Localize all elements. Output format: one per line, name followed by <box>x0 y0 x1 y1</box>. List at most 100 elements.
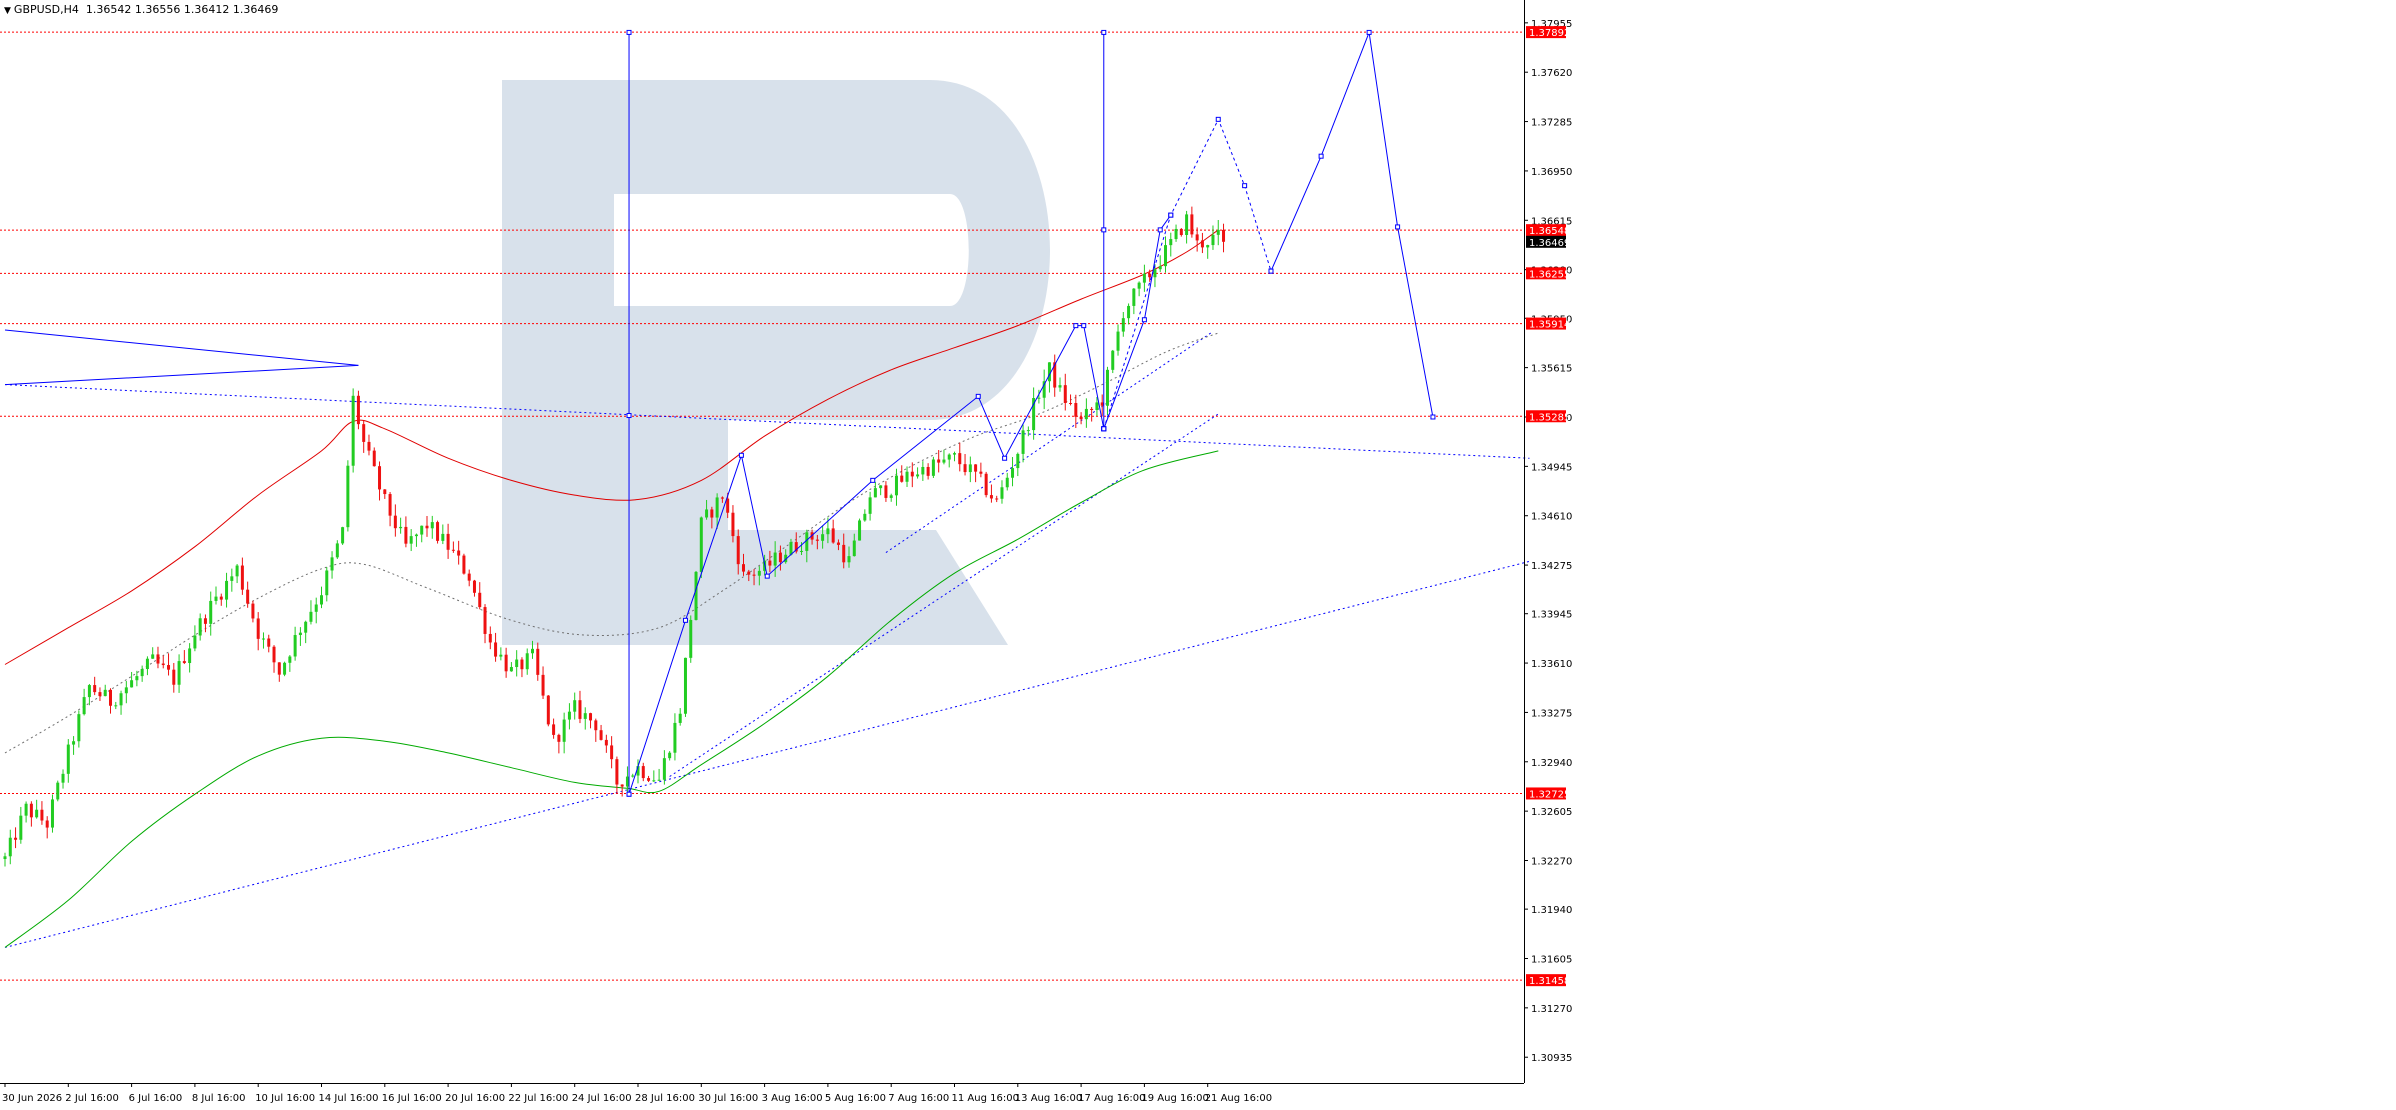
bull-candle <box>341 527 345 544</box>
time-tick-label: 2 Jul 16:00 <box>65 1093 119 1104</box>
bear-candle <box>1200 240 1204 248</box>
bull-candle <box>1037 397 1041 399</box>
bear-candle <box>40 809 44 821</box>
bear-candle <box>815 539 819 541</box>
price-tick-label: 1.31270 <box>1531 1004 1572 1015</box>
bull-candle <box>19 815 23 840</box>
bull-candle <box>678 713 682 723</box>
bull-candle <box>72 741 76 745</box>
bear-candle <box>378 466 382 490</box>
wave-point <box>1242 183 1248 189</box>
bear-candle <box>472 580 476 593</box>
bull-candle <box>188 648 192 664</box>
bear-candle <box>203 618 207 624</box>
bull-candle <box>631 775 635 777</box>
bull-candle <box>145 658 149 670</box>
bear-candle <box>974 464 978 472</box>
bull-candle <box>1153 269 1157 278</box>
bull-candle <box>683 657 687 714</box>
price-tick-label: 1.32940 <box>1531 758 1572 769</box>
bull-candle <box>1116 331 1120 351</box>
bear-candle <box>256 618 260 639</box>
bull-candle <box>1058 385 1062 388</box>
bull-candle <box>1084 408 1088 420</box>
bull-candle <box>562 719 566 742</box>
time-tick-label: 10 Jul 16:00 <box>255 1093 315 1104</box>
bull-candle <box>1095 402 1099 410</box>
bear-candle <box>900 475 904 482</box>
bear-candle <box>742 564 745 572</box>
bull-candle <box>873 488 877 498</box>
bear-candle <box>1069 403 1073 405</box>
price-chart[interactable]: 1.379551.376201.372851.369501.366151.362… <box>0 0 2396 1110</box>
bull-candle <box>821 534 825 541</box>
bear-candle <box>937 459 941 463</box>
bull-candle <box>953 453 956 455</box>
time-tick-label: 28 Jul 16:00 <box>635 1093 695 1104</box>
bull-candle <box>235 565 239 577</box>
bull-candle <box>657 779 661 781</box>
bull-candle <box>931 459 935 476</box>
wave-point <box>626 791 632 797</box>
bear-candle <box>462 555 466 574</box>
bear-candle <box>747 571 751 575</box>
bull-candle <box>304 621 308 633</box>
bear-candle <box>372 450 376 467</box>
price-tick-label: 1.37620 <box>1531 68 1572 79</box>
bear-candle <box>356 395 360 425</box>
price-tick-label: 1.37285 <box>1531 118 1572 129</box>
wave-point <box>1101 426 1107 432</box>
bull-candle <box>1137 282 1141 289</box>
bear-candle <box>425 525 429 529</box>
bull-candle <box>330 557 334 571</box>
bear-candle <box>1148 273 1152 278</box>
bear-candle <box>367 441 371 451</box>
bear-candle <box>958 453 962 465</box>
price-tick-label: 1.33610 <box>1531 659 1572 670</box>
bull-candle <box>320 595 323 605</box>
time-tick-label: 24 Jul 16:00 <box>572 1093 632 1104</box>
bull-candle <box>430 522 434 529</box>
bull-candle <box>177 661 181 685</box>
bull-candle <box>905 471 909 482</box>
symbol-timeframe: GBPUSD,H4 <box>13 3 79 16</box>
bull-candle <box>499 654 503 657</box>
wave-point <box>1268 268 1274 274</box>
bull-candle <box>694 571 698 620</box>
wave-point <box>1395 224 1401 230</box>
bull-candle <box>56 782 60 800</box>
bear-candle <box>641 766 645 779</box>
bull-candle <box>309 611 313 622</box>
bull-candle <box>773 552 777 566</box>
bull-candle <box>699 517 703 572</box>
bear-candle <box>93 685 97 693</box>
bull-candle <box>3 856 7 860</box>
bull-candle <box>87 685 91 698</box>
bull-candle <box>879 485 883 489</box>
bull-candle <box>119 693 123 706</box>
bear-candle <box>1063 385 1067 404</box>
bull-candle <box>399 526 403 529</box>
bull-candle <box>77 714 81 742</box>
bull-candle <box>335 543 339 558</box>
bear-candle <box>836 542 840 545</box>
dropdown-triangle-icon[interactable]: ▼ <box>4 6 11 16</box>
bear-candle <box>219 596 223 600</box>
chart-info: ▼ GBPUSD,H4 1.36542 1.36556 1.36412 1.364… <box>4 3 278 16</box>
bull-candle <box>50 799 54 828</box>
time-tick-label: 20 Jul 16:00 <box>445 1093 505 1104</box>
time-tick-label: 6 Jul 16:00 <box>129 1093 183 1104</box>
bull-candle <box>531 648 534 654</box>
bull-candle <box>288 656 292 663</box>
forecast-solid-line <box>1270 30 1434 418</box>
bull-candle <box>567 711 571 720</box>
bull-candle <box>1005 477 1009 488</box>
bull-candle <box>346 465 350 528</box>
bull-candle <box>409 536 413 544</box>
bull-candle <box>209 600 213 624</box>
bull-candle <box>942 459 946 463</box>
trendline <box>4 364 359 386</box>
bull-candle <box>414 534 418 537</box>
bull-candle <box>124 687 128 694</box>
bear-candle <box>182 661 186 664</box>
